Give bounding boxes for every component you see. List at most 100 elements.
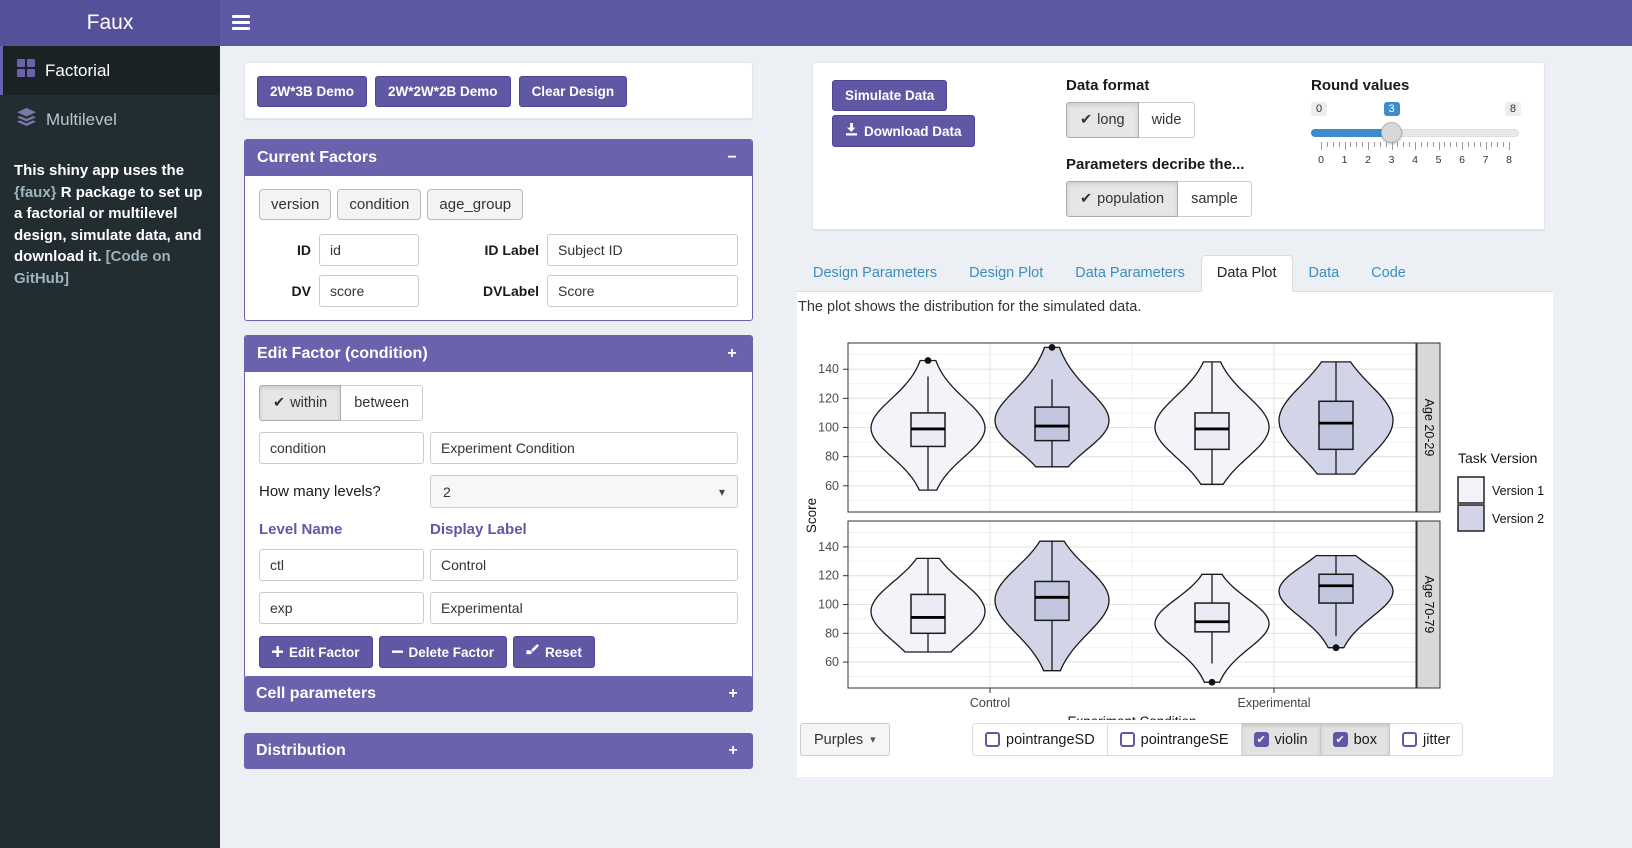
cell-parameters-panel: Cell parameters + xyxy=(244,676,753,712)
palette-dropdown[interactable]: Purples ▾ xyxy=(800,723,890,756)
factor-tag-version[interactable]: version xyxy=(259,189,331,220)
cell-parameters-header[interactable]: Cell parameters + xyxy=(244,676,753,712)
field-label: DV xyxy=(259,283,311,299)
expand-icon[interactable]: + xyxy=(725,742,741,760)
demo-button-1[interactable]: 2W*3B Demo xyxy=(257,76,367,107)
toggle-within[interactable]: ✔within xyxy=(259,385,341,421)
legend-label: Version 2 xyxy=(1492,512,1544,526)
level-name-input-2[interactable] xyxy=(259,592,424,624)
factor-tag-condition[interactable]: condition xyxy=(337,189,421,220)
toggle-label: wide xyxy=(1152,112,1182,128)
grid-icon xyxy=(17,59,35,82)
option-pointrangeSD[interactable]: pointrangeSD xyxy=(972,723,1108,756)
about-text: This shiny app uses the xyxy=(14,162,184,179)
tick-label: 8 xyxy=(1506,154,1512,166)
tick-mark xyxy=(1392,142,1393,150)
round-values-slider[interactable]: 083012345678 xyxy=(1311,102,1521,174)
levels-count-value: 2 xyxy=(443,484,451,500)
tick-mark xyxy=(1397,142,1398,147)
menu-icon[interactable] xyxy=(232,12,256,34)
sidebar-item-label: Factorial xyxy=(45,61,110,81)
factor-display-input[interactable] xyxy=(430,432,738,464)
download-data-button[interactable]: Download Data xyxy=(832,115,975,147)
box-Experimental-v1 xyxy=(1195,603,1229,632)
toggle-label: between xyxy=(354,395,409,411)
param-sample[interactable]: sample xyxy=(1178,181,1252,217)
tab-data-parameters[interactable]: Data Parameters xyxy=(1059,255,1201,292)
level-label-input-2[interactable] xyxy=(430,592,738,624)
tab-code[interactable]: Code xyxy=(1355,255,1422,292)
check-icon: ✔ xyxy=(273,395,285,411)
tick-mark xyxy=(1427,142,1428,147)
tick-mark xyxy=(1327,142,1328,147)
edit-factor-button[interactable]: Edit Factor xyxy=(259,636,373,668)
option-violin[interactable]: ✔violin xyxy=(1242,723,1321,756)
option-label: box xyxy=(1354,732,1377,748)
layers-icon xyxy=(17,108,36,131)
format-wide[interactable]: wide xyxy=(1139,102,1196,138)
level-name-input-1[interactable] xyxy=(259,549,424,581)
outlier-point xyxy=(925,357,932,364)
level-name-header: Level Name xyxy=(259,521,430,538)
format-long[interactable]: ✔long xyxy=(1066,102,1139,138)
dv-input[interactable] xyxy=(319,275,419,307)
current-factors-header[interactable]: Current Factors − xyxy=(245,140,752,176)
id-dv-fields: IDID LabelDVDVLabel xyxy=(259,234,738,307)
main-tabs: Design ParametersDesign PlotData Paramet… xyxy=(797,255,1553,292)
outlier-point xyxy=(1209,679,1216,686)
about-link[interactable]: {faux} xyxy=(14,184,57,201)
checkbox-icon xyxy=(985,732,1000,747)
option-pointrangeSE[interactable]: pointrangeSE xyxy=(1108,723,1242,756)
option-box[interactable]: ✔box xyxy=(1321,723,1390,756)
option-jitter[interactable]: jitter xyxy=(1390,723,1463,756)
sidebar-item-factorial[interactable]: Factorial xyxy=(0,46,220,95)
slider-min-badge: 0 xyxy=(1311,102,1327,116)
sidebar-item-multilevel[interactable]: Multilevel xyxy=(0,95,220,144)
parameters-label: Parameters decribe the... xyxy=(1066,156,1252,173)
tick-label: 3 xyxy=(1389,154,1395,166)
demo-button-2[interactable]: 2W*2W*2B Demo xyxy=(375,76,511,107)
svg-text:100: 100 xyxy=(818,598,839,612)
tick-mark xyxy=(1456,142,1457,147)
distribution-header[interactable]: Distribution + xyxy=(244,733,753,769)
panel-title: Edit Factor (condition) xyxy=(257,345,428,363)
tick-mark xyxy=(1486,142,1487,150)
tab-data-plot[interactable]: Data Plot xyxy=(1201,255,1293,292)
factor-tag-age_group[interactable]: age_group xyxy=(427,189,523,220)
toggle-label: population xyxy=(1097,191,1164,207)
edit-factor-panel: Edit Factor (condition) + ✔within between… xyxy=(244,335,753,682)
demo-button-3[interactable]: Clear Design xyxy=(519,76,628,107)
reset-button[interactable]: Reset xyxy=(513,636,595,668)
option-label: pointrangeSD xyxy=(1006,732,1095,748)
dvlabel-input[interactable] xyxy=(547,275,738,307)
simulate-data-button[interactable]: Simulate Data xyxy=(832,80,947,111)
collapse-icon[interactable]: + xyxy=(724,345,740,363)
sidebar-about-text: This shiny app uses the {faux} R package… xyxy=(0,144,220,305)
param-population[interactable]: ✔population xyxy=(1066,181,1178,217)
app-brand[interactable]: Faux xyxy=(0,0,220,46)
level-label-input-1[interactable] xyxy=(430,549,738,581)
tick-mark xyxy=(1439,142,1440,150)
tick-mark xyxy=(1462,142,1463,150)
id-label-input[interactable] xyxy=(547,234,738,266)
tab-design-plot[interactable]: Design Plot xyxy=(953,255,1059,292)
delete-factor-button[interactable]: Delete Factor xyxy=(379,636,508,668)
tick-label: 7 xyxy=(1483,154,1489,166)
toggle-between[interactable]: between xyxy=(341,385,423,421)
levels-count-select[interactable]: 2 ▾ xyxy=(430,475,738,508)
tick-mark xyxy=(1339,142,1340,147)
tick-label: 4 xyxy=(1412,154,1418,166)
factor-name-input[interactable] xyxy=(259,432,424,464)
slider-handle[interactable] xyxy=(1381,122,1402,143)
level-row-2 xyxy=(259,592,738,624)
edit-factor-header[interactable]: Edit Factor (condition) + xyxy=(245,336,752,372)
svg-text:Age 20-29: Age 20-29 xyxy=(1422,399,1436,457)
tab-design-parameters[interactable]: Design Parameters xyxy=(797,255,953,292)
id-input[interactable] xyxy=(319,234,419,266)
collapse-icon[interactable]: − xyxy=(724,149,740,167)
demo-buttons-card: 2W*3B Demo 2W*2W*2B Demo Clear Design xyxy=(244,62,753,119)
current-factors-panel: Current Factors − versionconditionage_gr… xyxy=(244,139,753,321)
within-between-toggle: ✔within between xyxy=(259,385,423,421)
tab-data[interactable]: Data xyxy=(1293,255,1356,292)
expand-icon[interactable]: + xyxy=(725,685,741,703)
